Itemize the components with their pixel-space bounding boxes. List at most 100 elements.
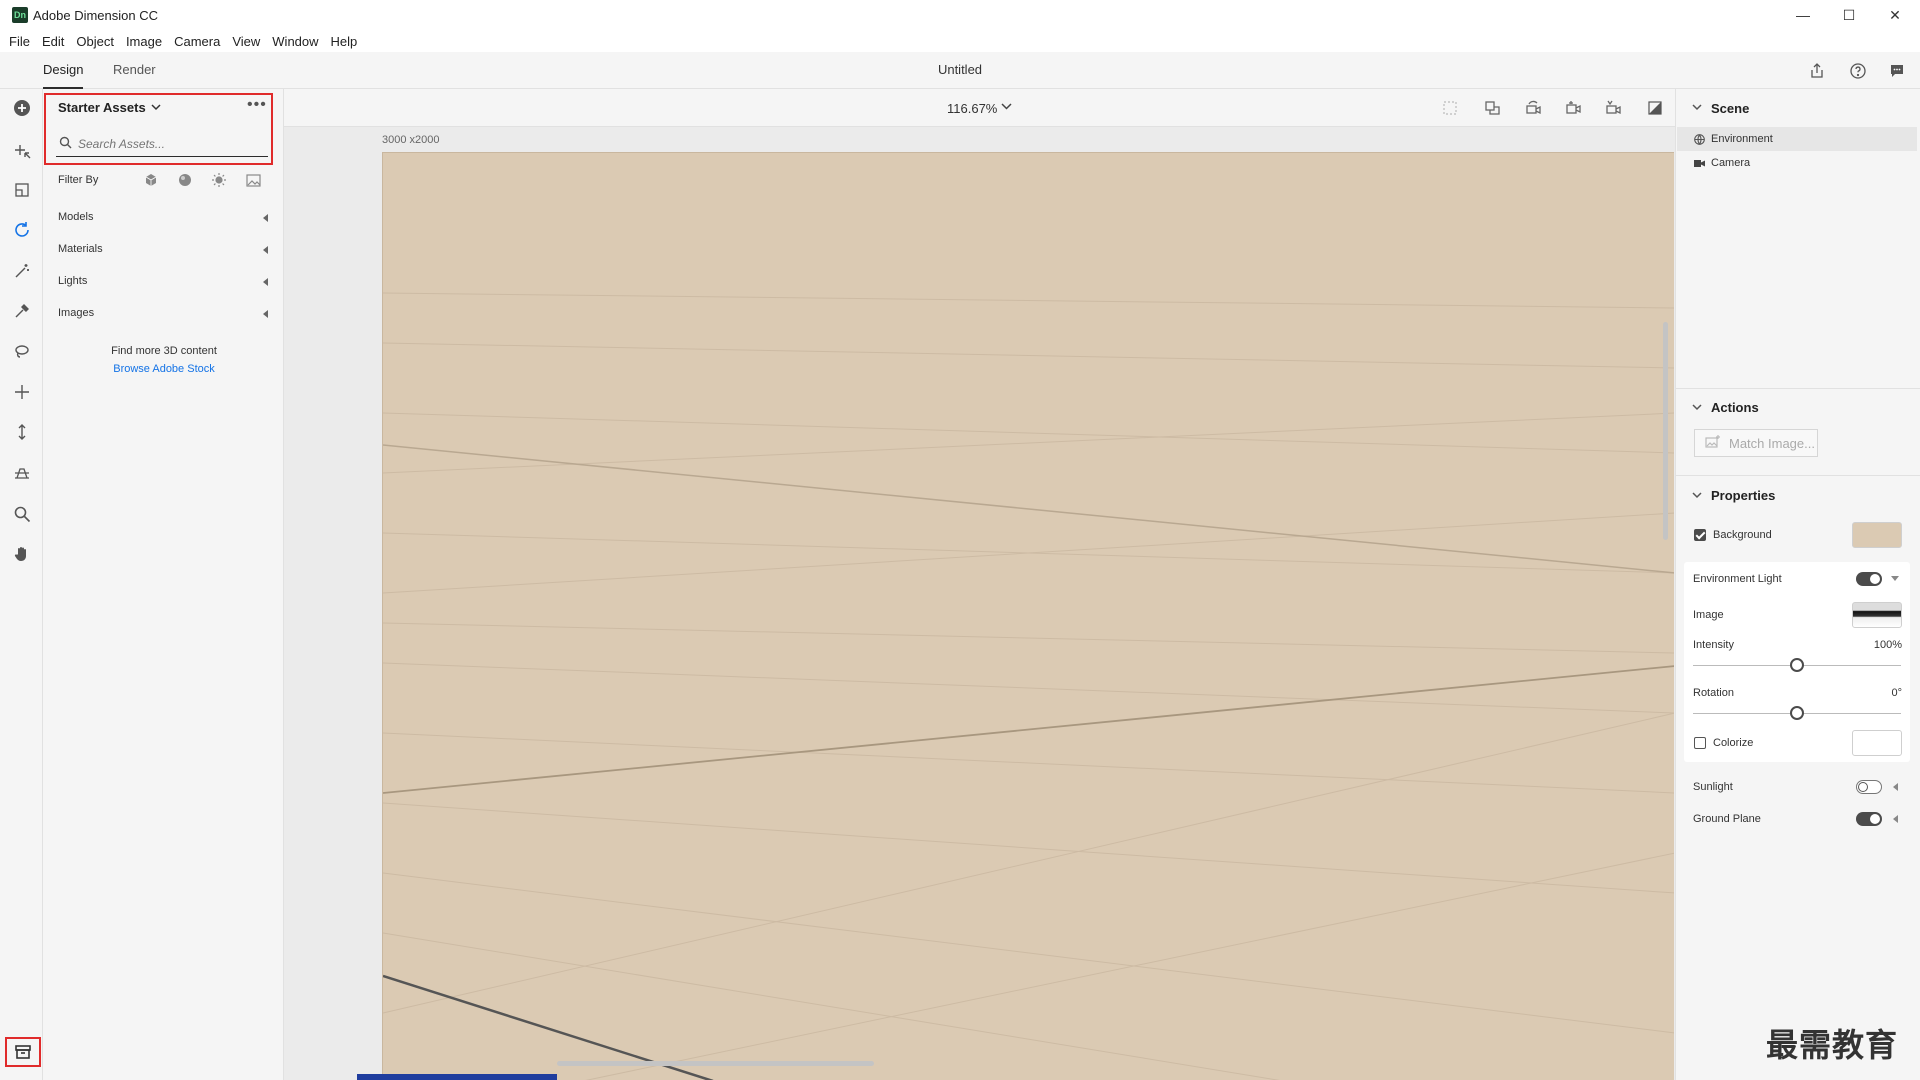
frame-selection-button[interactable] xyxy=(1438,97,1462,119)
zoom-tool[interactable] xyxy=(10,502,34,526)
intensity-slider-thumb[interactable] xyxy=(1790,658,1804,672)
chevron-down-icon[interactable] xyxy=(1891,576,1899,581)
background-color-swatch[interactable] xyxy=(1852,522,1902,548)
assets-title: Starter Assets xyxy=(58,100,146,115)
workspace-header: Design Render Untitled xyxy=(0,52,1920,89)
close-icon: ✕ xyxy=(1889,6,1901,23)
select-frame-icon xyxy=(15,183,29,197)
hand-tool[interactable] xyxy=(10,542,34,566)
chevron-left-icon[interactable] xyxy=(1893,783,1898,791)
assets-box-icon xyxy=(15,1045,31,1059)
cross-arrows-icon xyxy=(15,385,29,399)
background-checkbox[interactable] xyxy=(1694,529,1706,541)
camera-frame-icon xyxy=(1485,101,1500,115)
zoom-level[interactable]: 116.67% xyxy=(947,101,997,116)
filter-images-button[interactable] xyxy=(244,171,262,189)
share-button[interactable] xyxy=(1806,60,1828,82)
vertical-scrollbar[interactable] xyxy=(1663,322,1668,540)
section-divider xyxy=(1676,475,1920,476)
dolly-camera-button[interactable] xyxy=(1601,97,1625,119)
category-materials[interactable]: Materials xyxy=(58,243,268,263)
magic-wand-icon xyxy=(15,264,29,278)
category-label: Materials xyxy=(58,243,103,255)
dolly-tool[interactable] xyxy=(10,420,34,444)
lasso-tool[interactable] xyxy=(10,340,34,364)
orbit-camera-button[interactable] xyxy=(1521,97,1545,119)
pan-camera-tool[interactable] xyxy=(10,380,34,404)
rotation-slider-thumb[interactable] xyxy=(1790,706,1804,720)
chevron-left-icon xyxy=(263,214,268,222)
find-more-text: Find more 3D content xyxy=(111,345,217,357)
horizon-grid-icon xyxy=(15,468,29,479)
menu-camera[interactable]: Camera xyxy=(174,34,220,49)
match-image-button[interactable]: Match Image... xyxy=(1694,429,1818,457)
horizon-tool[interactable] xyxy=(10,461,34,485)
colorize-color-swatch[interactable] xyxy=(1852,730,1902,756)
scene-item-label: Camera xyxy=(1711,157,1751,169)
add-tool[interactable] xyxy=(10,96,34,120)
menu-view[interactable]: View xyxy=(232,34,260,49)
chevron-down-icon xyxy=(151,104,161,111)
filter-lights-button[interactable] xyxy=(210,171,228,189)
chevron-left-icon[interactable] xyxy=(1893,815,1898,823)
search-input[interactable] xyxy=(78,134,264,154)
assets-panel xyxy=(44,89,284,1080)
horizontal-scrollbar[interactable] xyxy=(557,1061,874,1066)
canvas-size-label: 3000 x2000 xyxy=(382,134,440,146)
sample-material-tool[interactable] xyxy=(10,299,34,323)
camera-frame-button[interactable] xyxy=(1481,97,1505,119)
category-models[interactable]: Models xyxy=(58,211,268,231)
properties-section-title[interactable]: Properties xyxy=(1711,488,1775,503)
scene-section-title[interactable]: Scene xyxy=(1711,101,1749,116)
globe-icon xyxy=(1693,133,1705,145)
maximize-button[interactable]: ☐ xyxy=(1826,0,1872,30)
menu-file[interactable]: File xyxy=(9,34,30,49)
canvas-size-button[interactable] xyxy=(1643,97,1667,119)
menu-image[interactable]: Image xyxy=(126,34,162,49)
magic-select-tool[interactable] xyxy=(10,178,34,202)
assets-panel-toggle[interactable] xyxy=(5,1037,41,1067)
category-label: Models xyxy=(58,211,94,223)
sunlight-toggle[interactable] xyxy=(1856,780,1882,794)
actions-section-title[interactable]: Actions xyxy=(1711,400,1759,415)
orbit-tool[interactable] xyxy=(10,218,34,242)
cube-icon xyxy=(145,174,157,186)
menu-help[interactable]: Help xyxy=(331,34,358,49)
chevron-down-icon[interactable] xyxy=(1692,104,1702,111)
chevron-down-icon[interactable] xyxy=(1692,404,1702,411)
camera-dolly-icon xyxy=(1606,100,1621,115)
scene-item-camera[interactable]: Camera xyxy=(1677,151,1917,175)
pan-camera-button[interactable] xyxy=(1561,97,1585,119)
scene-item-environment[interactable]: Environment xyxy=(1677,127,1917,151)
menu-object[interactable]: Object xyxy=(76,34,114,49)
chevron-down-icon[interactable] xyxy=(1001,103,1012,111)
category-images[interactable]: Images xyxy=(58,307,268,327)
intensity-value[interactable]: 100% xyxy=(1852,639,1902,651)
menu-edit[interactable]: Edit xyxy=(42,34,64,49)
minimize-icon: — xyxy=(1796,7,1810,23)
environment-image-thumbnail[interactable] xyxy=(1852,602,1902,628)
assets-library-dropdown[interactable]: Starter Assets xyxy=(58,100,161,115)
rotation-label: Rotation xyxy=(1693,687,1734,699)
colorize-checkbox[interactable] xyxy=(1694,737,1706,749)
frame-icon xyxy=(1443,101,1457,115)
select-tool[interactable] xyxy=(10,138,34,162)
magic-wand-tool[interactable] xyxy=(10,259,34,283)
assets-more-button[interactable]: ••• xyxy=(247,96,267,114)
ground-plane-toggle[interactable] xyxy=(1856,812,1882,826)
category-lights[interactable]: Lights xyxy=(58,275,268,295)
canvas[interactable] xyxy=(382,152,1674,1080)
minimize-button[interactable]: — xyxy=(1780,0,1826,30)
feedback-button[interactable] xyxy=(1886,60,1908,82)
help-button[interactable] xyxy=(1847,60,1869,82)
chevron-down-icon[interactable] xyxy=(1692,492,1702,499)
menu-window[interactable]: Window xyxy=(272,34,318,49)
rotation-value[interactable]: 0° xyxy=(1852,687,1902,699)
close-button[interactable]: ✕ xyxy=(1872,0,1918,30)
browse-adobe-stock-link[interactable]: Browse Adobe Stock xyxy=(44,363,284,375)
filter-materials-button[interactable] xyxy=(176,171,194,189)
filter-models-button[interactable] xyxy=(142,171,160,189)
intensity-label: Intensity xyxy=(1693,639,1734,651)
background-label: Background xyxy=(1713,529,1772,541)
environment-light-toggle[interactable] xyxy=(1856,572,1882,586)
